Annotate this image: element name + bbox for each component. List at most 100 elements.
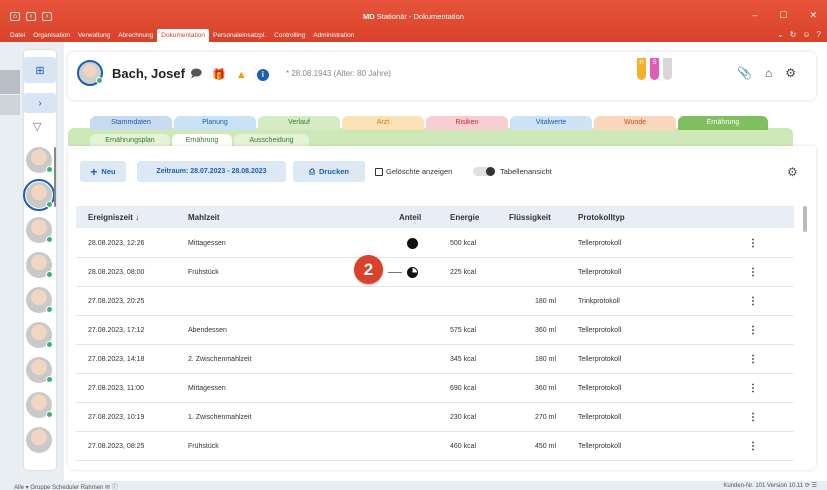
menu-item-organisation[interactable]: Organisation (29, 29, 74, 42)
cell-fluid: 180 ml (535, 356, 557, 363)
hs-tube[interactable]: H (637, 58, 646, 80)
checkbox-box[interactable] (375, 167, 383, 176)
menu-item-abrechnung[interactable]: Abrechnung (114, 29, 157, 42)
resident-avatar[interactable] (26, 427, 52, 453)
column-header[interactable]: Protokolltyp (578, 213, 625, 222)
menu-item-dokumentation[interactable]: Dokumentation (157, 29, 210, 42)
new-button[interactable]: + Neu (80, 161, 126, 182)
grid-view-button[interactable]: ⊞ (24, 57, 56, 83)
table-row[interactable]: 27.08.2023, 10:19 1. Zwischenmahlzeit 230 … (76, 403, 794, 432)
resident-avatar-selected[interactable] (23, 179, 55, 211)
tab-arzt[interactable]: Arzt (342, 116, 424, 130)
cell-meal: Abendessen (188, 327, 227, 334)
row-menu-icon[interactable]: ⋮ (748, 441, 758, 452)
attachment-icon[interactable]: 📎 (737, 66, 752, 80)
filter-icon[interactable]: ▽ (33, 120, 41, 133)
menu-item-controlling[interactable]: Controlling (270, 29, 309, 42)
toggle-switch[interactable] (473, 167, 495, 176)
table-row[interactable]: 27.08.2023, 20:25 180 ml Trinkprotokoll ⋮ (76, 287, 794, 316)
house-icon[interactable]: ⌂ (765, 66, 772, 80)
chevron-right-icon: › (38, 97, 42, 109)
row-menu-icon[interactable]: ⋮ (748, 383, 758, 394)
resident-avatar[interactable] (26, 322, 53, 348)
column-header[interactable]: Mahlzeit (188, 213, 220, 222)
table-row[interactable]: 27.08.2023, 08:25 Frühstück 460 kcal 450 ml… (76, 432, 794, 461)
expand-sidebar-button[interactable]: › (24, 93, 56, 113)
tab-verlauf[interactable]: Verlauf (258, 116, 340, 130)
cell-meal: Frühstück (188, 443, 219, 450)
row-menu-icon[interactable]: ⋮ (748, 267, 758, 278)
print-button[interactable]: ⎙ Drucken (293, 161, 365, 182)
window-title: MD Stationär - Dokumentation (363, 12, 464, 21)
column-header[interactable]: Energie (450, 213, 479, 222)
table-row[interactable]: 27.08.2023, 11:00 Mittagessen 690 kcal 360 … (76, 374, 794, 403)
refresh-icon[interactable]: ↻ (790, 30, 797, 39)
table-row[interactable]: 28.08.2023, 12:26 Mittagessen 500 kcal Tell… (76, 229, 794, 258)
status-right: Kunden-Nr. 101 Version 10.11 ⟳ ☰ (723, 483, 817, 489)
gift-icon[interactable]: 🎁 (212, 68, 226, 81)
online-indicator (46, 411, 53, 418)
column-header[interactable]: Flüssigkeit (509, 213, 551, 222)
row-menu-icon[interactable]: ⋮ (748, 296, 758, 307)
close-button[interactable]: ✕ (809, 10, 817, 21)
patient-avatar[interactable] (77, 60, 103, 86)
hs-tube[interactable] (663, 58, 672, 80)
table-row[interactable]: 27.08.2023, 14:18 2. Zwischenmahlzeit 345 … (76, 345, 794, 374)
resident-avatar[interactable] (26, 252, 53, 278)
table-settings-gear-icon[interactable]: ⚙ (787, 165, 798, 179)
print-label: Drucken (318, 167, 349, 176)
cell-type: Tellerprotokoll (578, 385, 622, 392)
tab-planung[interactable]: Planung (174, 116, 256, 130)
window-controls: – ☐ ✕ (752, 10, 817, 21)
hs-tubes[interactable]: HS (637, 58, 672, 80)
table-view-toggle[interactable]: Tabellenansicht (473, 167, 552, 176)
cell-energy: 230 kcal (450, 414, 477, 421)
row-menu-icon[interactable]: ⋮ (748, 412, 758, 423)
warning-icon[interactable]: ▲ (236, 69, 247, 81)
cell-fluid: 450 ml (535, 443, 557, 450)
resident-avatar[interactable] (26, 147, 53, 173)
callout-line (388, 272, 402, 273)
table-row[interactable]: 28.08.2023, 08:00 Frühstück 225 kcal Teller… (76, 258, 794, 287)
row-menu-icon[interactable]: ⋮ (748, 325, 758, 336)
minimize-button[interactable]: – (752, 10, 757, 21)
tab-wunde[interactable]: Wunde (594, 116, 676, 130)
tab-risiken[interactable]: Risiken (426, 116, 508, 130)
maximize-button[interactable]: ☐ (779, 10, 787, 21)
resident-avatars (23, 147, 56, 462)
menu-item-personaleinsatzpl[interactable]: Personaleinsatzpl. (209, 29, 270, 42)
date-range-button[interactable]: Zeitraum: 28.07.2023 - 28.08.2023 (137, 161, 286, 182)
resident-avatar[interactable] (26, 287, 53, 313)
info-icon[interactable]: i (256, 68, 269, 81)
table-row[interactable]: 27.08.2023, 17:12 Abendessen 575 kcal 360 m… (76, 316, 794, 345)
sidebar-scrollbar[interactable] (54, 147, 56, 207)
row-menu-icon[interactable]: ⋮ (748, 238, 758, 249)
cell-type: Tellerprotokoll (578, 269, 622, 276)
resident-avatar[interactable] (26, 392, 53, 418)
show-deleted-checkbox[interactable]: Gelöschte anzeigen (375, 167, 452, 176)
grid-icon: ⊞ (35, 64, 45, 77)
chevron-down-icon[interactable]: ⌄ (777, 30, 784, 39)
message-icon[interactable]: 🗩 (190, 65, 202, 84)
tab-stammdaten[interactable]: Stammdaten (90, 116, 172, 130)
cell-meal: Frühstück (188, 269, 219, 276)
row-menu-icon[interactable]: ⋮ (748, 354, 758, 365)
menu-item-administration[interactable]: Administration (309, 29, 358, 42)
smiley-icon[interactable]: ☺ (802, 30, 810, 39)
tab-vitalwerte[interactable]: Vitalwerte (510, 116, 592, 130)
table-scrollbar[interactable] (803, 206, 807, 232)
tab-ernährung[interactable]: Ernährung (678, 116, 768, 130)
help-icon[interactable]: ? (817, 30, 821, 39)
column-header[interactable]: Ereigniszeit ↓ (88, 213, 139, 222)
gear-icon[interactable]: ⚙ (785, 66, 796, 80)
menu-item-datei[interactable]: Datei (6, 29, 29, 42)
resident-avatar[interactable] (26, 357, 53, 383)
cell-energy: 690 kcal (450, 385, 477, 392)
column-header[interactable]: Anteil (399, 213, 421, 222)
resident-avatar[interactable] (26, 217, 53, 243)
hs-tube[interactable]: S (650, 58, 659, 80)
printer-icon: ⎙ (308, 166, 315, 176)
table-view-label: Tabellenansicht (500, 167, 552, 176)
cell-time: 27.08.2023, 17:12 (88, 327, 145, 334)
menu-item-verwaltung[interactable]: Verwaltung (74, 29, 114, 42)
